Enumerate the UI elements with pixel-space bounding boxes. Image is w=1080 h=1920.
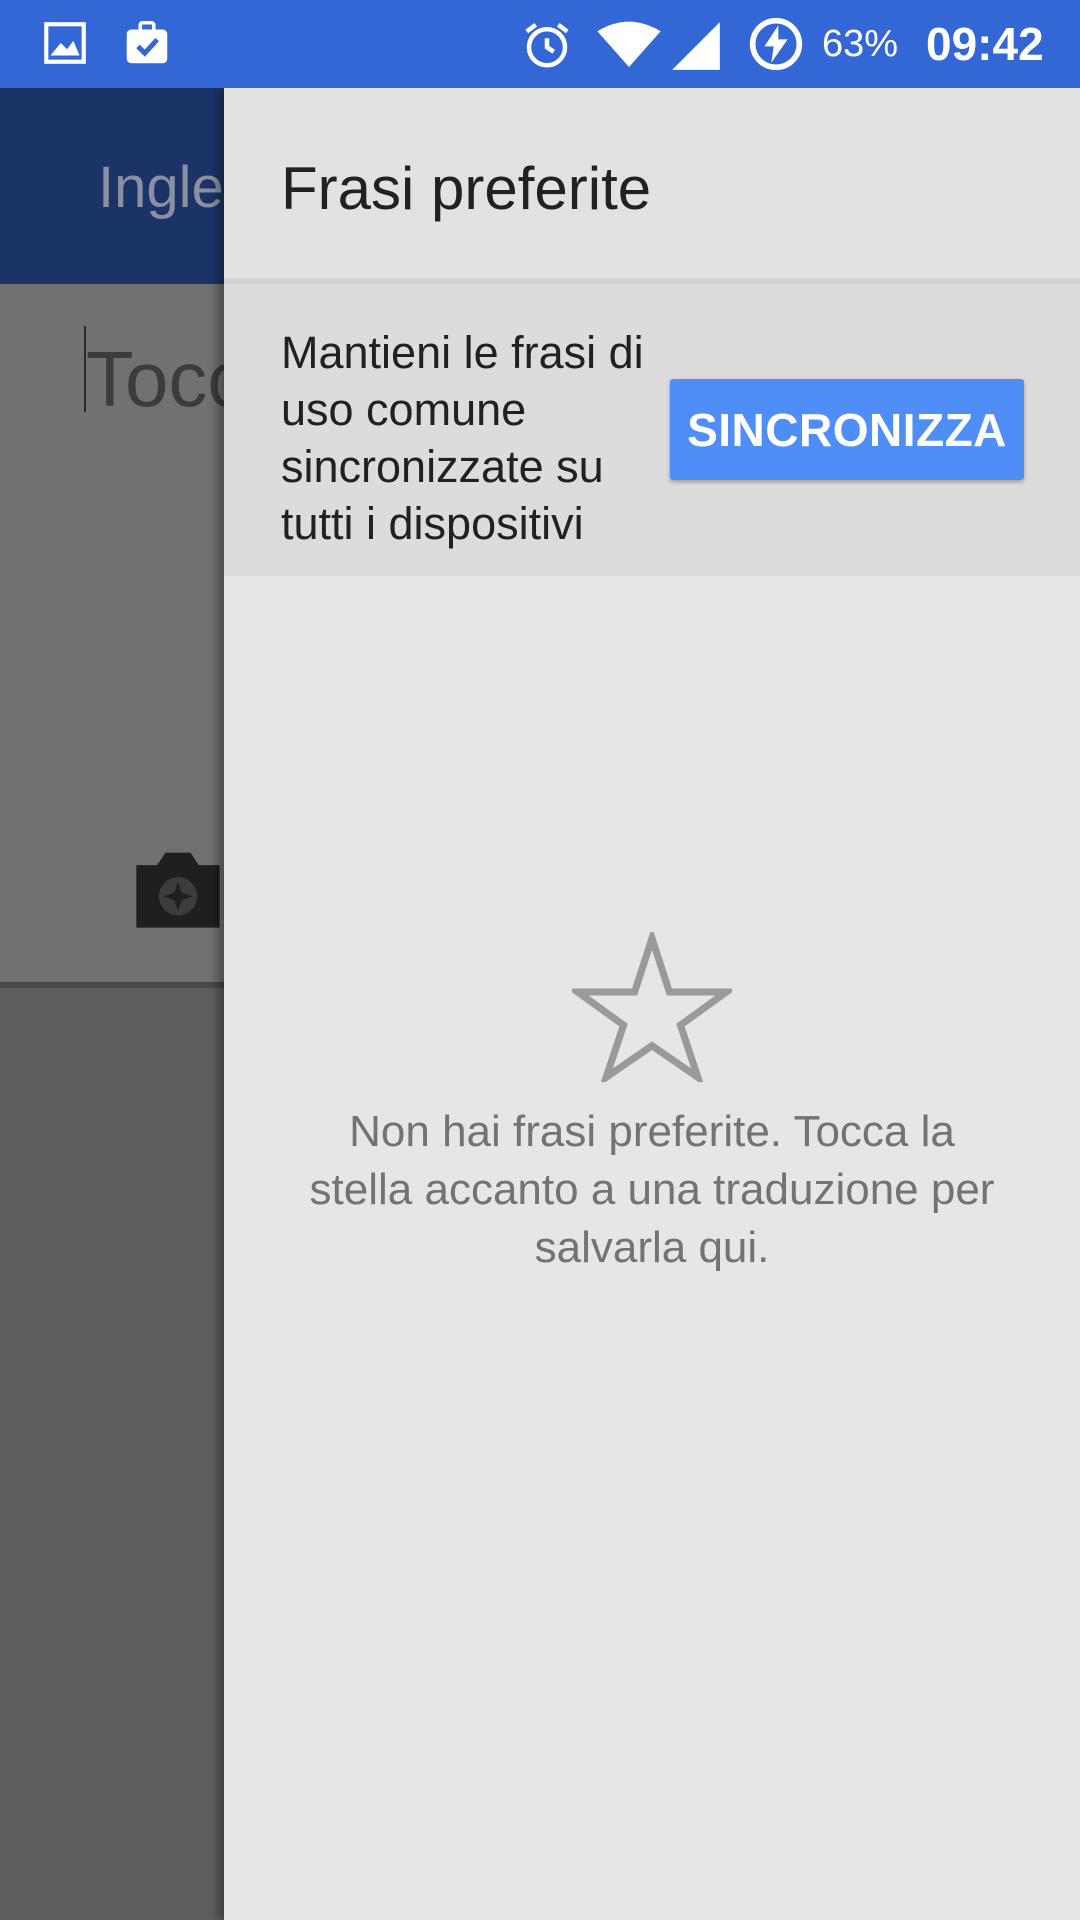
clipboard-check-icon bbox=[120, 16, 174, 75]
drawer-title: Frasi preferite bbox=[281, 155, 652, 222]
battery-percentage: 63% bbox=[822, 23, 899, 65]
wifi-icon bbox=[596, 20, 662, 75]
empty-state-message: Non hai frasi preferite. Tocca la stella… bbox=[309, 1107, 995, 1272]
sync-button[interactable]: SINCRONIZZA bbox=[670, 379, 1024, 480]
sync-card: Mantieni le frasi di uso comune sincroni… bbox=[224, 284, 1080, 576]
star-outline-icon bbox=[224, 926, 1080, 1087]
drawer-header: Frasi preferite bbox=[224, 88, 1080, 278]
image-icon bbox=[40, 18, 90, 73]
battery-charging-icon bbox=[748, 16, 804, 77]
alarm-icon bbox=[520, 18, 574, 77]
favorites-drawer: Frasi preferite Mantieni le frasi di uso… bbox=[224, 88, 1080, 1920]
camera-icon bbox=[128, 840, 228, 941]
source-language-label: Ingle bbox=[98, 155, 224, 220]
sync-message: Mantieni le frasi di uso comune sincroni… bbox=[281, 327, 644, 549]
signal-icon bbox=[670, 22, 722, 75]
input-placeholder: Tocc bbox=[86, 335, 247, 423]
status-clock: 09:42 bbox=[926, 18, 1044, 70]
status-bar: 63% 09:42 bbox=[0, 0, 1080, 88]
empty-state: Non hai frasi preferite. Tocca la stella… bbox=[224, 926, 1080, 1277]
